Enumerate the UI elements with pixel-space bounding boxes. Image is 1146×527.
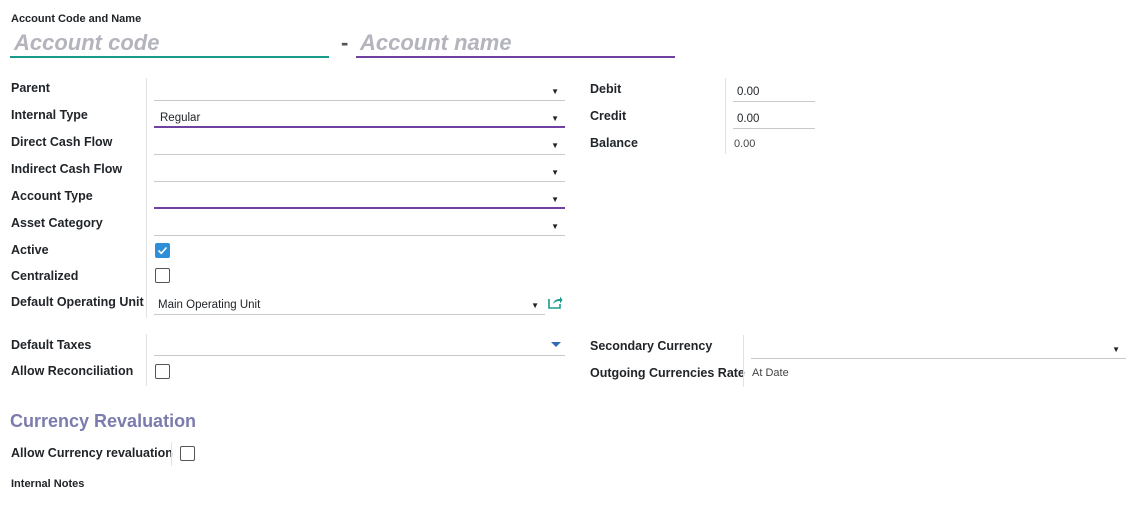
allow-currency-revaluation-checkbox[interactable] <box>180 446 195 461</box>
asset-category-label: Asset Category <box>11 216 103 230</box>
default-taxes-label: Default Taxes <box>11 338 92 352</box>
centralized-checkbox[interactable] <box>155 268 170 283</box>
active-label: Active <box>11 243 49 257</box>
taxes-separator <box>146 334 147 386</box>
secondary-currency-select[interactable]: ▼ <box>751 338 1126 359</box>
parent-select[interactable]: ▼ <box>154 80 565 101</box>
caret-down-icon: ▼ <box>551 87 559 96</box>
currency-separator <box>743 335 744 387</box>
direct-cash-flow-label: Direct Cash Flow <box>11 135 113 149</box>
allow-reconciliation-label: Allow Reconciliation <box>11 364 134 378</box>
caret-down-icon: ▼ <box>551 141 559 150</box>
caret-down-icon: ▼ <box>551 168 559 177</box>
account-name-input[interactable]: Account name <box>356 30 675 58</box>
left-column-separator <box>146 78 147 318</box>
account-type-select[interactable]: ▼ <box>154 188 565 209</box>
caret-down-icon: ▼ <box>531 301 539 310</box>
indirect-cash-flow-select[interactable]: ▼ <box>154 161 565 182</box>
allow-currency-revaluation-label: Allow Currency revaluation <box>11 446 173 460</box>
asset-category-select[interactable]: ▼ <box>154 215 565 236</box>
caret-down-icon: ▼ <box>551 114 559 123</box>
balance-label: Balance <box>590 136 638 150</box>
direct-cash-flow-select[interactable]: ▼ <box>154 134 565 155</box>
currency-revaluation-title: Currency Revaluation <box>10 411 197 431</box>
debit-label: Debit <box>590 82 622 96</box>
outgoing-rate-value: At Date <box>752 367 789 379</box>
indirect-cash-flow-label: Indirect Cash Flow <box>11 162 123 176</box>
account-type-label: Account Type <box>11 189 93 203</box>
external-link-icon[interactable] <box>548 295 563 314</box>
credit-value: 0.00 <box>737 113 760 125</box>
default-operating-unit-label: Default Operating Unit <box>11 295 144 309</box>
internal-type-value: Regular <box>160 112 201 124</box>
credit-field[interactable]: 0.00 <box>733 109 815 129</box>
caret-down-icon <box>551 342 561 347</box>
debit-field[interactable]: 0.00 <box>733 82 815 102</box>
account-code-input[interactable]: Account code <box>10 30 329 58</box>
default-operating-unit-select[interactable]: Main Operating Unit ▼ <box>154 294 545 315</box>
account-code-name-label: Account Code and Name <box>11 13 142 25</box>
caret-down-icon: ▼ <box>551 222 559 231</box>
debit-value: 0.00 <box>737 86 760 98</box>
internal-type-label: Internal Type <box>11 108 88 122</box>
right-column-separator <box>725 78 726 154</box>
centralized-label: Centralized <box>11 269 79 283</box>
code-name-dash: - <box>341 30 349 55</box>
outgoing-currencies-rate-label: Outgoing Currencies Rate <box>590 366 745 380</box>
checkmark-icon <box>157 246 168 255</box>
default-taxes-select[interactable] <box>154 335 565 356</box>
internal-type-select[interactable]: Regular ▼ <box>154 107 565 128</box>
active-checkbox[interactable] <box>155 243 170 258</box>
internal-notes-label: Internal Notes <box>11 478 85 490</box>
allow-reconciliation-checkbox[interactable] <box>155 364 170 379</box>
secondary-currency-label: Secondary Currency <box>590 339 713 353</box>
caret-down-icon: ▼ <box>1112 345 1120 354</box>
revaluation-separator <box>171 442 172 466</box>
caret-down-icon: ▼ <box>551 195 559 204</box>
operating-unit-value: Main Operating Unit <box>158 299 261 311</box>
credit-label: Credit <box>590 109 627 123</box>
parent-label: Parent <box>11 81 50 95</box>
balance-value: 0.00 <box>734 138 756 150</box>
